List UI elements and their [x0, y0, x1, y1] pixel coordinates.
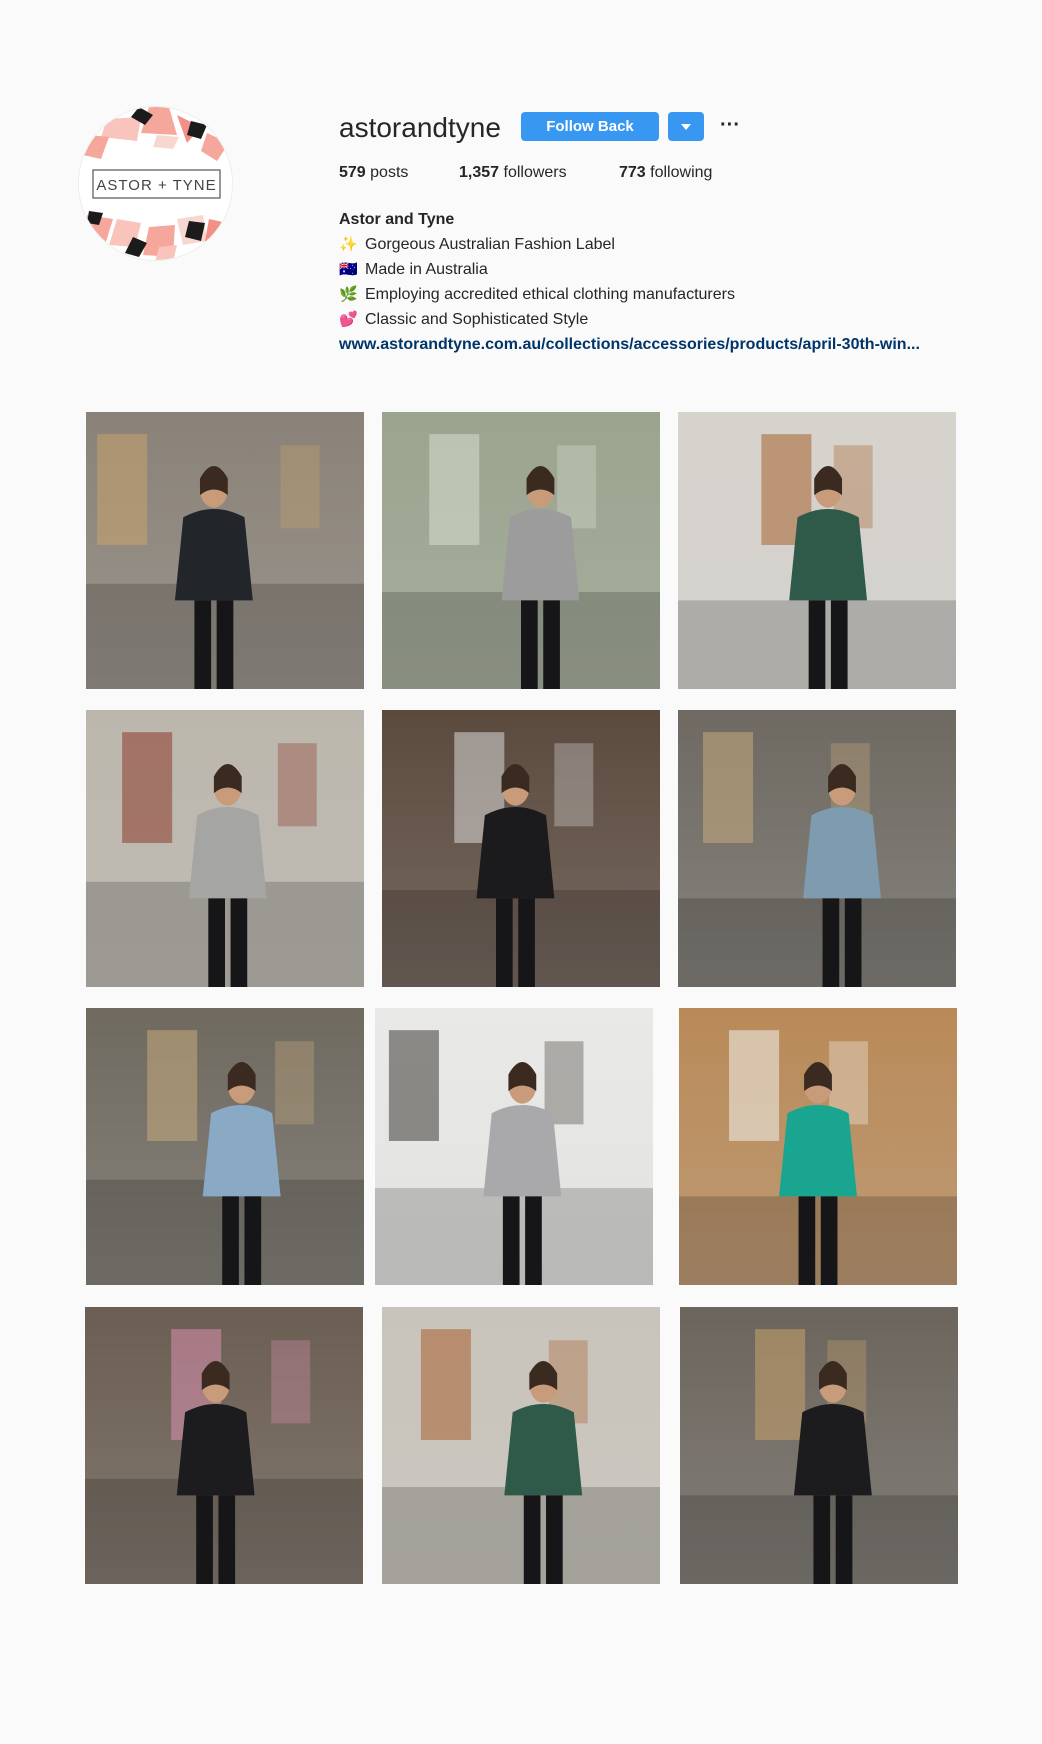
following-count: 773 — [619, 164, 646, 181]
post-thumbnail[interactable] — [680, 1307, 958, 1584]
post-thumbnail[interactable] — [86, 1008, 364, 1285]
profile-bio: Astor and Tyne ✨ Gorgeous Australian Fas… — [339, 208, 999, 357]
following-label: following — [650, 164, 713, 181]
bio-website-link[interactable]: www.astorandtyne.com.au/collections/acce… — [339, 332, 999, 357]
post-photo-wood-door-teal-top — [679, 1008, 957, 1285]
profile-avatar[interactable]: ASTOR + TYNE — [78, 106, 233, 261]
bio-line-style: 💕 Classic and Sophisticated Style — [339, 307, 999, 332]
astor-tyne-logo-icon: ASTOR + TYNE — [79, 107, 232, 260]
post-photo-seated-blue-shirt-coffee — [86, 1008, 364, 1285]
bio-line-text: Employing accredited ethical clothing ma… — [365, 286, 735, 303]
posts-count: 579 — [339, 164, 366, 181]
post-photo-concrete-room-grey-top — [86, 710, 364, 987]
post-photo-closeup-black-jacket — [382, 710, 660, 987]
herb-icon: 🌿 — [339, 286, 358, 303]
bio-line-text: Classic and Sophisticated Style — [365, 311, 589, 328]
post-photo-bar-interior-dark-suit — [86, 412, 364, 689]
post-thumbnail[interactable] — [382, 710, 660, 987]
post-thumbnail[interactable] — [678, 412, 956, 689]
caret-down-icon — [681, 123, 691, 130]
followers-label: followers — [503, 164, 567, 181]
bio-line-text: Gorgeous Australian Fashion Label — [365, 236, 615, 253]
post-thumbnail[interactable] — [382, 412, 660, 689]
post-photo-hallway-black-coat — [85, 1307, 363, 1584]
suggested-dropdown-button[interactable] — [668, 112, 704, 141]
sparkles-icon: ✨ — [339, 236, 358, 253]
more-options-button[interactable]: ··· — [716, 111, 744, 139]
post-thumbnail[interactable] — [85, 1307, 363, 1584]
username: astorandtyne — [339, 112, 501, 143]
posts-stat: 579 posts — [339, 164, 408, 182]
australia-flag-icon: 🇦🇺 — [339, 261, 358, 278]
profile-header: ASTOR + TYNE astorandtyne Follow Back ··… — [0, 0, 1042, 380]
post-thumbnail[interactable] — [679, 1008, 957, 1285]
posts-label: posts — [370, 164, 409, 181]
followers-count: 1,357 — [459, 164, 500, 181]
post-photo-cactus-grey-top — [382, 412, 660, 689]
post-thumbnail[interactable] — [382, 1307, 660, 1584]
follow-back-button[interactable]: Follow Back — [521, 112, 659, 141]
avatar-wordmark: ASTOR + TYNE — [96, 177, 216, 194]
bio-full-name: Astor and Tyne — [339, 211, 455, 228]
two-hearts-icon: 💕 — [339, 311, 358, 328]
post-photo-dining-black-suit — [680, 1307, 958, 1584]
post-thumbnail[interactable] — [375, 1008, 653, 1285]
post-photo-window-ledge-grey-top — [375, 1008, 653, 1285]
following-stat[interactable]: 773 following — [619, 164, 712, 182]
post-thumbnail[interactable] — [678, 710, 956, 987]
bio-line-australia: 🇦🇺 Made in Australia — [339, 257, 999, 282]
post-photo-cafe-palm-print-top — [678, 412, 956, 689]
followers-stat[interactable]: 1,357 followers — [459, 164, 567, 182]
bio-line-text: Made in Australia — [365, 261, 488, 278]
post-thumbnail[interactable] — [86, 710, 364, 987]
post-photo-counter-palm-print-seated — [382, 1307, 660, 1584]
post-thumbnail[interactable] — [86, 412, 364, 689]
ellipsis-icon: ··· — [720, 113, 740, 136]
bio-line-ethical: 🌿 Employing accredited ethical clothing … — [339, 282, 999, 307]
post-photo-window-blue-shirt — [678, 710, 956, 987]
bio-line-sparkles: ✨ Gorgeous Australian Fashion Label — [339, 232, 999, 257]
